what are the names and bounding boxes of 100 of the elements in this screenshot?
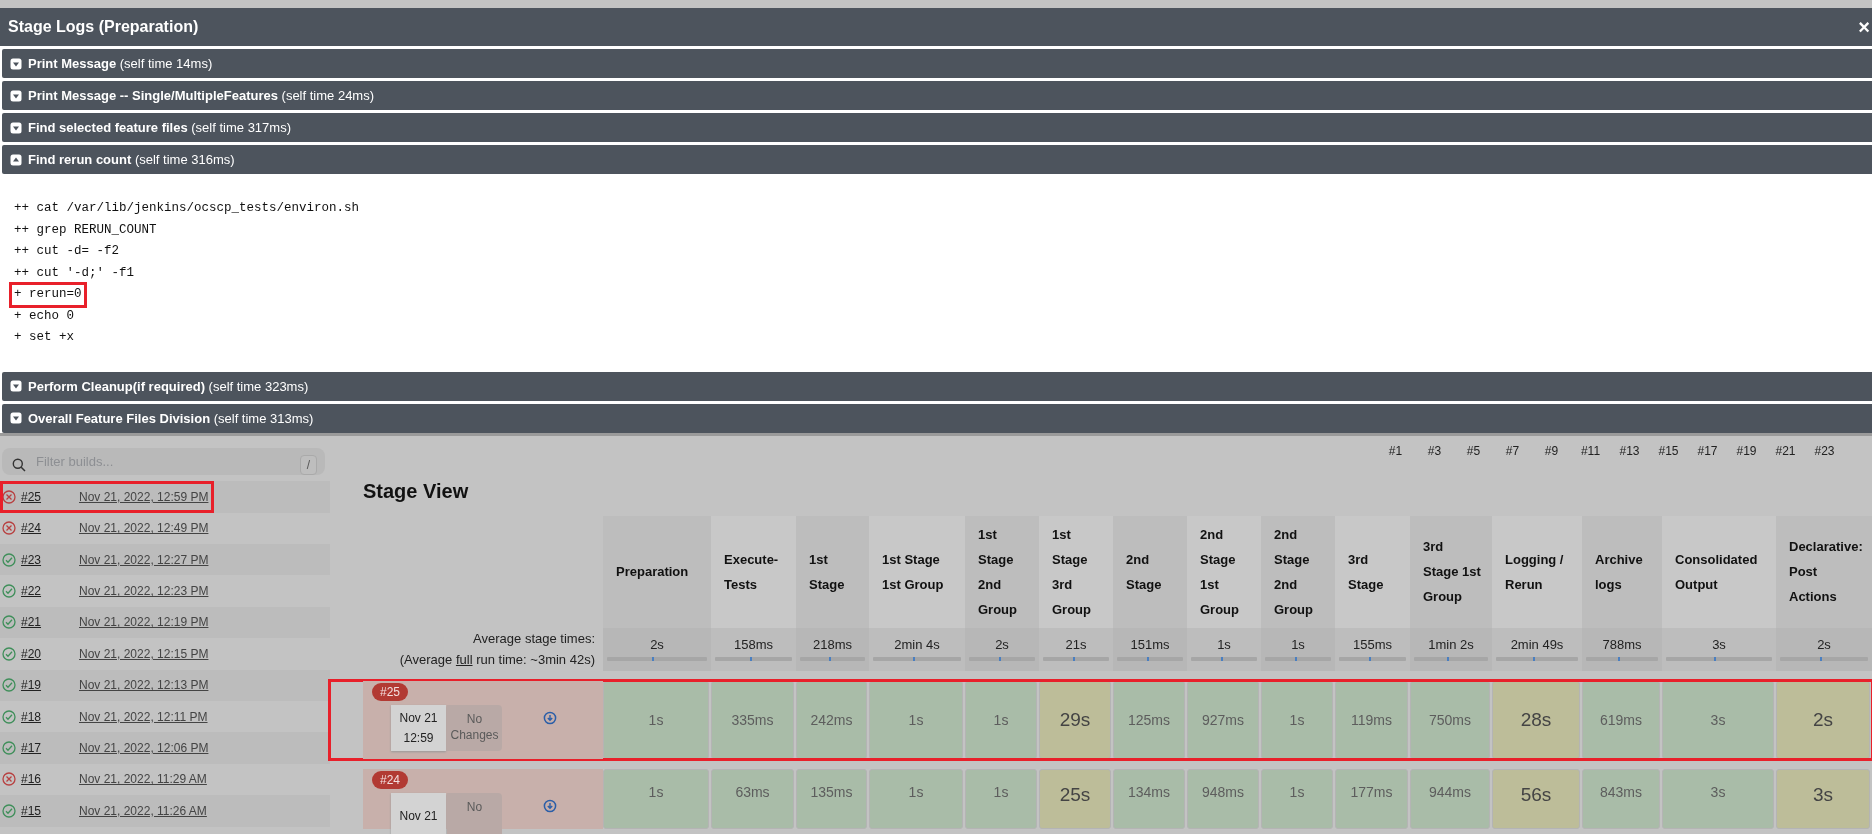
build-number-link[interactable]: #19	[21, 678, 79, 693]
stage-duration-cell[interactable]: 63ms	[711, 768, 794, 829]
build-date-link[interactable]: Nov 21, 2022, 12:15 PM	[79, 646, 209, 661]
close-button[interactable]: ×	[1856, 17, 1872, 37]
stage-duration-cell[interactable]: 3s	[1776, 768, 1870, 829]
stage-duration-cell[interactable]: 2s	[1776, 680, 1870, 759]
build-number-link[interactable]: #22	[21, 584, 79, 599]
average-time: 158ms	[734, 637, 773, 652]
stage-duration-cell[interactable]: 1s	[965, 680, 1037, 759]
stage-duration-cell[interactable]: 927ms	[1187, 680, 1259, 759]
stage-column-header: Preparation	[603, 515, 711, 628]
trend-axis-label: #15	[1657, 443, 1680, 458]
build-number-link[interactable]: #25	[21, 489, 79, 504]
stage-duration-cell[interactable]: 135ms	[796, 768, 867, 829]
build-date-link[interactable]: Nov 21, 2022, 11:29 AM	[79, 772, 207, 787]
build-row[interactable]: #24 Nov 21, 2022, 12:49 PM	[0, 512, 330, 544]
build-row[interactable]: #17 Nov 21, 2022, 12:06 PM	[0, 732, 330, 764]
average-run-time-text: (Average full run time: ~3min 42s)	[399, 651, 595, 669]
stage-column-header: 2nd Stage 1st Group	[1187, 515, 1261, 628]
log-section-header[interactable]: Find rerun count (self time 316ms)	[2, 145, 1872, 174]
build-number-link[interactable]: #18	[21, 709, 79, 724]
build-date-link[interactable]: Nov 21, 2022, 11:26 AM	[79, 803, 207, 818]
build-row[interactable]: #15 Nov 21, 2022, 11:26 AM	[0, 795, 330, 827]
build-row[interactable]: #16 Nov 21, 2022, 11:29 AM	[0, 763, 330, 796]
average-time: 1s	[1217, 637, 1231, 652]
average-time: 1min 2s	[1428, 637, 1474, 652]
trend-axis-label: #21	[1774, 443, 1797, 458]
stage-column-header: 1st Stage	[796, 515, 869, 628]
stage-duration-cell[interactable]: 119ms	[1335, 680, 1408, 759]
download-icon[interactable]	[543, 798, 557, 813]
trend-axis-label: #13	[1618, 443, 1641, 458]
stage-duration-cell[interactable]: 1s	[603, 768, 709, 829]
stage-duration-cell[interactable]: 944ms	[1410, 768, 1490, 829]
stage-duration-cell[interactable]: 843ms	[1582, 768, 1660, 829]
run-time: 12:59	[403, 730, 434, 745]
stage-duration-cell[interactable]: 28s	[1492, 680, 1580, 759]
build-date-link[interactable]: Nov 21, 2022, 12:59 PM	[79, 489, 209, 504]
stage-view-title: Stage View	[363, 478, 470, 504]
stage-duration-cell[interactable]: 1s	[869, 680, 963, 759]
stage-duration-cell[interactable]: 750ms	[1410, 680, 1490, 759]
build-row[interactable]: #20 Nov 21, 2022, 12:15 PM	[0, 638, 330, 670]
build-date-link[interactable]: Nov 21, 2022, 12:49 PM	[79, 521, 209, 536]
stage-duration-cell[interactable]: 1s	[603, 680, 709, 759]
build-date-link[interactable]: Nov 21, 2022, 12:06 PM	[79, 741, 209, 755]
stage-duration-cell[interactable]: 3s	[1662, 680, 1774, 759]
build-number-link[interactable]: #16	[21, 772, 79, 787]
build-row[interactable]: #19 Nov 21, 2022, 12:13 PM	[0, 669, 330, 701]
build-number-link[interactable]: #17	[21, 741, 79, 755]
build-number-link[interactable]: #23	[21, 552, 79, 567]
build-date-link[interactable]: Nov 21, 2022, 12:11 PM	[79, 709, 208, 724]
build-number-link[interactable]: #24	[21, 521, 79, 536]
average-time: 2s	[650, 637, 664, 652]
success-status-icon	[2, 709, 16, 724]
build-date-link[interactable]: Nov 21, 2022, 12:13 PM	[79, 678, 209, 693]
stage-duration-cell[interactable]: 134ms	[1113, 768, 1185, 829]
success-status-icon	[2, 678, 16, 693]
log-section-header[interactable]: Find selected feature files (self time 317ms)	[2, 113, 1872, 142]
stage-column-header: 3rd Stage	[1335, 515, 1410, 628]
build-date-link[interactable]: Nov 21, 2022, 12:19 PM	[79, 615, 209, 630]
stage-duration-cell[interactable]: 29s	[1039, 680, 1111, 759]
build-date-link[interactable]: Nov 21, 2022, 12:23 PM	[79, 584, 209, 599]
build-number-link[interactable]: #15	[21, 803, 79, 818]
stage-duration-cell[interactable]: 1s	[869, 768, 963, 829]
stage-duration-cell[interactable]: 948ms	[1187, 768, 1259, 829]
build-row[interactable]: #23 Nov 21, 2022, 12:27 PM	[0, 544, 330, 576]
build-row[interactable]: #25 Nov 21, 2022, 12:59 PM	[0, 481, 330, 513]
build-number-link[interactable]: #20	[21, 646, 79, 661]
log-section-header[interactable]: Print Message (self time 14ms)	[2, 49, 1872, 78]
average-time: 151ms	[1130, 637, 1170, 652]
stage-duration-cell[interactable]: 242ms	[796, 680, 867, 759]
build-badge[interactable]: #24	[372, 770, 409, 789]
stage-duration-cell[interactable]: 1s	[1261, 768, 1333, 829]
full-run-time-link[interactable]: full	[455, 652, 473, 667]
download-icon[interactable]	[543, 710, 557, 725]
stage-duration-cell[interactable]: 125ms	[1113, 680, 1185, 759]
build-row[interactable]: #21 Nov 21, 2022, 12:19 PM	[0, 606, 330, 639]
stage-column-header: Consolidated Output	[1662, 515, 1776, 628]
stage-duration-cell[interactable]: 1s	[965, 768, 1037, 829]
build-row[interactable]: #18 Nov 21, 2022, 12:11 PM	[0, 700, 330, 733]
stage-duration-cell[interactable]: 335ms	[711, 680, 794, 759]
log-line: ++ cat /var/lib/jenkins/ocscp_tests/environ.sh	[13, 200, 361, 217]
stage-duration-cell[interactable]: 177ms	[1335, 768, 1408, 829]
average-time: 788ms	[1602, 637, 1642, 652]
build-number-link[interactable]: #21	[21, 615, 79, 630]
log-section-header[interactable]: Overall Feature Files Division (self time 313ms)	[2, 403, 1872, 433]
stage-duration-cell[interactable]: 1s	[1261, 680, 1333, 759]
average-stage-times-label: Average stage times:	[473, 630, 595, 648]
average-time: 2s	[995, 637, 1009, 652]
log-section-header[interactable]: Print Message -- Single/MultipleFeatures (self time 24ms)	[2, 81, 1872, 110]
average-time: 218ms	[813, 637, 852, 652]
build-date-link[interactable]: Nov 21, 2022, 12:27 PM	[79, 552, 209, 567]
build-badge[interactable]: #25	[372, 682, 409, 701]
stage-duration-cell[interactable]: 3s	[1662, 768, 1774, 829]
build-row[interactable]: #22 Nov 21, 2022, 12:23 PM	[0, 575, 330, 607]
stage-duration-cell[interactable]: 56s	[1492, 768, 1580, 829]
changes-box: No	[447, 792, 502, 834]
log-line: ++ cut '-d;' -f1	[13, 264, 136, 282]
log-section-header[interactable]: Perform Cleanup(if required) (self time 323ms)	[2, 371, 1872, 401]
stage-duration-cell[interactable]: 619ms	[1582, 680, 1660, 759]
stage-duration-cell[interactable]: 25s	[1039, 768, 1111, 829]
